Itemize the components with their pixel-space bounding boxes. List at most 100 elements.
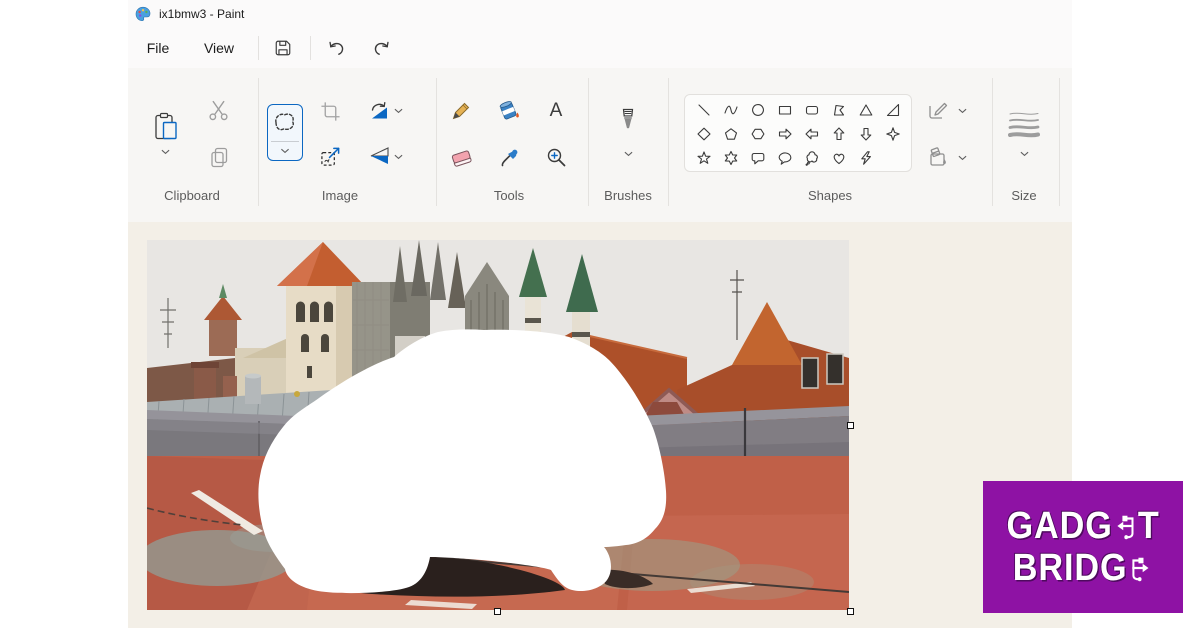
gadgetbridge-logo: GADG T BRIDG [983,481,1183,613]
logo-line-2: BRIDG [1013,548,1153,588]
shape-right-triangle-icon[interactable] [882,99,904,121]
shape-left-arrow-icon[interactable] [801,123,823,145]
selection-handle-right-middle[interactable] [847,422,854,429]
shape-six-point-star-icon[interactable] [720,147,742,169]
pencil-button[interactable] [446,96,476,126]
fill-with-color-button[interactable] [494,96,524,126]
paste-icon [154,112,178,142]
copy-button[interactable] [204,142,234,172]
shape-line-icon[interactable] [693,99,715,121]
shape-fill-button[interactable] [923,142,953,172]
size-button[interactable] [1003,104,1045,144]
flip-button[interactable] [364,141,394,171]
free-form-selection-icon [273,111,298,134]
shape-rounded-speech-bubble-icon[interactable] [747,147,769,169]
shape-five-point-star-icon[interactable] [693,147,715,169]
shape-right-arrow-icon[interactable] [774,123,796,145]
logo-line-1: GADG T [1006,506,1159,546]
usb-branch-icon [1114,512,1137,540]
screenshot-root: { "window": { "title": "ix1bmw3 - Paint"… [0,0,1200,628]
window-title: ix1bmw3 - Paint [159,7,244,21]
rotate-icon [368,100,390,122]
shape-rounded-rectangle-icon[interactable] [801,99,823,121]
crop-button[interactable] [315,96,345,126]
resize-icon [320,146,341,167]
menu-file[interactable]: File [136,34,180,62]
eraser-button[interactable] [446,142,476,172]
shape-up-arrow-icon[interactable] [828,123,850,145]
redo-button[interactable] [367,34,395,62]
shape-outline-chevron[interactable] [958,108,967,114]
shape-fill-chevron[interactable] [958,155,967,161]
magnifier-icon [546,147,567,168]
selection-dropdown-chevron[interactable] [281,148,290,154]
menu-separator [310,36,311,60]
shape-heart-icon[interactable] [828,147,850,169]
shape-triangle-icon[interactable] [855,99,877,121]
rotate-dropdown-chevron[interactable] [394,108,403,114]
group-separator [1059,78,1060,206]
stroke-size-icon [1008,110,1040,138]
rotate-button[interactable] [364,96,394,126]
shape-outline-icon [928,100,948,120]
menu-bar: File View [128,28,1072,68]
paint-app-icon [135,6,151,22]
text-tool-button[interactable]: A [541,96,571,126]
shape-diamond-icon[interactable] [693,123,715,145]
group-label-clipboard: Clipboard [164,188,220,204]
selection-handle-bottom-middle[interactable] [494,608,501,615]
group-separator [668,78,669,206]
shapes-gallery [684,94,912,172]
eraser-icon [450,147,473,168]
brushes-button[interactable] [611,102,645,142]
eyedropper-icon [499,147,520,168]
crop-icon [320,101,341,122]
size-dropdown-chevron[interactable] [1020,151,1029,157]
shape-hexagon-icon[interactable] [747,123,769,145]
undo-icon [327,39,346,58]
magnifier-button[interactable] [541,142,571,172]
group-label-brushes: Brushes [604,188,652,204]
copy-icon [210,147,229,168]
shape-fill-icon [928,147,948,167]
shape-cloud-speech-bubble-icon[interactable] [801,147,823,169]
shape-oval-icon[interactable] [747,99,769,121]
fill-bucket-icon [498,100,521,122]
shape-oval-speech-bubble-icon[interactable] [774,147,796,169]
group-label-shapes: Shapes [808,188,852,204]
ribbon: Clipboard [128,68,1072,223]
paint-window: ix1bmw3 - Paint File View [128,0,1072,628]
menu-view[interactable]: View [194,34,244,62]
group-label-tools: Tools [494,188,524,204]
shape-curve-icon[interactable] [720,99,742,121]
resize-button[interactable] [315,141,345,171]
color-picker-button[interactable] [494,142,524,172]
shape-down-arrow-icon[interactable] [855,123,877,145]
brushes-dropdown-chevron[interactable] [624,151,633,157]
shape-polygon-icon[interactable] [828,99,850,121]
canvas-photo[interactable] [147,240,849,610]
shape-outline-button[interactable] [923,95,953,125]
undo-button[interactable] [322,34,350,62]
usb-branch-icon [1130,554,1153,582]
pencil-icon [450,100,472,122]
cut-button[interactable] [203,95,233,125]
group-label-size: Size [1011,188,1036,204]
shape-lightning-bolt-icon[interactable] [855,147,877,169]
text-tool-icon: A [550,100,563,122]
shape-rectangle-icon[interactable] [774,99,796,121]
brush-icon [618,108,638,136]
save-button[interactable] [269,34,297,62]
save-icon [274,39,292,57]
logo-text: T [1138,506,1160,546]
free-form-selection-button[interactable] [267,104,303,161]
shape-four-point-star-icon[interactable] [882,123,904,145]
flip-dropdown-chevron[interactable] [394,154,403,160]
paste-dropdown-chevron[interactable] [161,149,170,155]
shape-pentagon-icon[interactable] [720,123,742,145]
logo-text: GADG [1006,506,1112,546]
redo-icon [372,39,391,58]
selection-handle-bottom-right[interactable] [847,608,854,615]
paste-button[interactable] [149,107,183,147]
group-separator [436,78,437,206]
